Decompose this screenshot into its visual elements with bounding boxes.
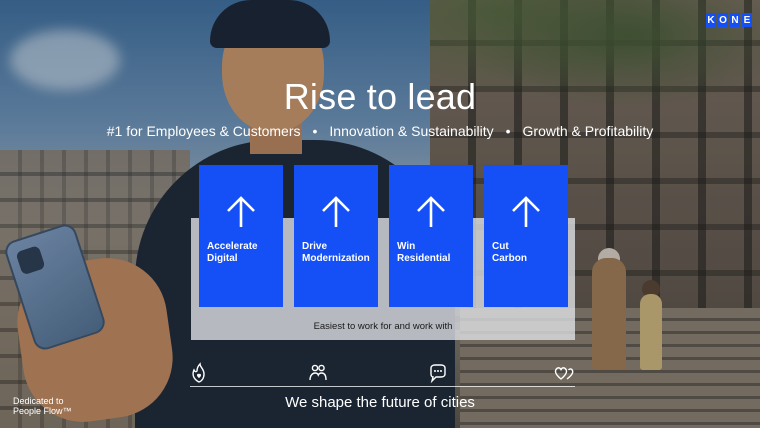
arrow-up-icon <box>322 196 350 227</box>
dedicated-line: Dedicated to <box>13 396 64 406</box>
pillar-label-line: Modernization <box>302 252 370 264</box>
arrow-up-icon <box>227 196 255 227</box>
people-icon <box>309 364 327 381</box>
panel-label: Easiest to work for and work with <box>313 321 453 332</box>
tagline: #1 for Employees & Customers • Innovatio… <box>0 123 760 139</box>
pillar-label-line: Drive <box>302 241 328 252</box>
pillar-label-line: Accelerate <box>207 241 258 252</box>
tagline-item: Growth & Profitability <box>522 123 654 139</box>
pillar-label: Win Residential <box>397 241 450 264</box>
chat-bubble-icon <box>430 364 446 384</box>
pillar-card-accelerate-digital: Accelerate Digital <box>199 165 283 307</box>
pillar-label: Drive Modernization <box>302 241 370 264</box>
pillar-label-line: Residential <box>397 252 451 264</box>
pillar-label: Cut Carbon <box>492 241 527 264</box>
values-icon-row <box>0 362 760 386</box>
pillar-label-line: Carbon <box>492 252 527 264</box>
kone-logo: K O N E <box>706 13 752 27</box>
logo-letter: E <box>742 13 752 27</box>
dedicated-line: People Flow™ <box>13 406 72 416</box>
logo-letter: N <box>730 13 740 27</box>
arrow-up-icon <box>512 196 540 227</box>
tagline-item: Innovation & Sustainability <box>329 123 494 139</box>
flame-heart-icon <box>192 362 205 383</box>
headline: Rise to lead <box>283 76 477 117</box>
pillar-label-line: Cut <box>492 241 509 252</box>
slide: K O N E Rise to lead #1 for Employees & … <box>0 0 760 428</box>
dedicated-to-people-flow: Dedicated to People Flow™ <box>13 396 72 416</box>
pillar-card-drive-modernization: Drive Modernization <box>294 165 378 307</box>
tagline-item: #1 for Employees & Customers <box>106 123 301 139</box>
pillar-card-cut-carbon: Cut Carbon <box>484 165 568 307</box>
logo-letter: O <box>718 13 728 27</box>
hearts-icon <box>554 367 574 380</box>
pillar-label-line: Digital <box>207 252 238 264</box>
pillar-label-line: Win <box>397 241 416 252</box>
separator-dot: • <box>312 123 318 139</box>
footer-divider <box>190 386 575 387</box>
footer-statement: We shape the future of cities <box>285 394 475 411</box>
separator-dot: • <box>505 123 511 139</box>
pillar-card-win-residential: Win Residential <box>389 165 473 307</box>
pillar-label: Accelerate Digital <box>207 241 258 264</box>
logo-letter: K <box>706 13 716 27</box>
arrow-up-icon <box>417 196 445 227</box>
